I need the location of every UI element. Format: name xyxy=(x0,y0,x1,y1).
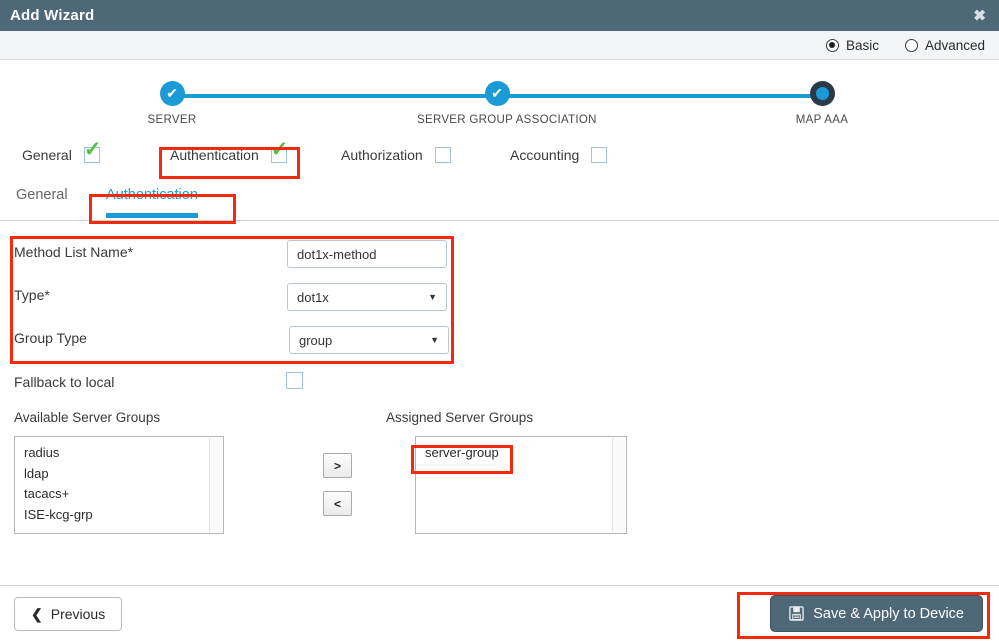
step-map-aaa-label: MAP AAA xyxy=(795,114,849,126)
tab-general[interactable]: General xyxy=(16,184,68,220)
previous-button-label: Previous xyxy=(50,606,106,622)
type-select[interactable]: dot1x ▼ xyxy=(287,283,447,311)
radio-advanced[interactable]: Advanced xyxy=(904,37,985,53)
feature-authentication-checkbox[interactable] xyxy=(270,139,288,163)
window-titlebar: Add Wizard ✖ xyxy=(0,0,999,31)
type-label: Type* xyxy=(14,287,50,303)
window-title: Add Wizard xyxy=(10,7,95,24)
feature-authorization[interactable]: Authorization xyxy=(341,140,451,170)
chevron-down-icon: ▼ xyxy=(430,334,439,345)
feature-general-checkbox[interactable] xyxy=(83,139,101,163)
radio-basic[interactable]: Basic xyxy=(825,37,879,53)
group-type-select-value: group xyxy=(299,332,333,348)
save-disk-icon xyxy=(789,606,804,621)
arrow-left-icon: ❮ xyxy=(31,606,43,622)
method-list-name-input[interactable]: dot1x-method xyxy=(287,240,447,268)
group-type-select[interactable]: group ▼ xyxy=(289,326,449,354)
field-row-method-list-name: Method List Name* dot1x-method xyxy=(0,233,999,276)
wizard-stepper: ✔ SERVER ✔ SERVER GROUP ASSOCIATION MAP … xyxy=(0,72,999,134)
step-server-group-association-label: SERVER GROUP ASSOCIATION xyxy=(417,114,597,126)
step-server-group-association-circle: ✔ xyxy=(484,81,510,106)
mode-selector-bar: Basic Advanced xyxy=(0,31,999,60)
previous-button[interactable]: ❮ Previous xyxy=(14,597,123,631)
authentication-form: Method List Name* dot1x-method Type* dot… xyxy=(0,221,999,534)
feature-checkbox-row: General Authentication Authorization Acc… xyxy=(0,139,999,180)
add-to-assigned-button[interactable]: > xyxy=(323,453,352,478)
radio-advanced-label: Advanced xyxy=(924,37,985,53)
sub-tab-bar: General Authentication xyxy=(0,184,999,221)
feature-general-label: General xyxy=(22,147,72,163)
list-item[interactable]: radius xyxy=(24,443,223,464)
step-server[interactable]: ✔ SERVER xyxy=(92,72,252,126)
radio-basic-indicator xyxy=(825,38,839,52)
save-and-apply-label: Save & Apply to Device xyxy=(813,605,964,622)
field-row-fallback-to-local: Fallback to local xyxy=(0,368,999,402)
feature-accounting-checkbox[interactable] xyxy=(591,147,608,163)
chevron-down-icon: ▼ xyxy=(428,291,437,302)
remove-from-assigned-button[interactable]: < xyxy=(323,491,352,516)
list-item[interactable]: server-group xyxy=(425,443,626,464)
feature-accounting[interactable]: Accounting xyxy=(510,140,608,170)
available-server-groups-listbox[interactable]: radius ldap tacacs+ ISE-kcg-grp xyxy=(14,436,224,534)
available-list-scrollbar[interactable] xyxy=(209,438,222,532)
wizard-footer: ❮ Previous Save & Apply to Device xyxy=(0,585,999,643)
feature-authentication[interactable]: Authentication xyxy=(170,139,288,170)
feature-accounting-label: Accounting xyxy=(510,147,580,163)
radio-basic-label: Basic xyxy=(845,37,879,53)
feature-authorization-checkbox[interactable] xyxy=(434,147,451,163)
assigned-server-groups-label: Assigned Server Groups xyxy=(386,410,534,425)
step-map-aaa-circle xyxy=(809,81,835,106)
close-icon[interactable]: ✖ xyxy=(973,8,986,23)
step-server-circle: ✔ xyxy=(159,81,185,106)
field-row-type: Type* dot1x ▼ xyxy=(0,276,999,319)
type-select-value: dot1x xyxy=(297,289,329,305)
method-list-name-label: Method List Name* xyxy=(14,244,134,260)
step-server-group-association[interactable]: ✔ SERVER GROUP ASSOCIATION xyxy=(417,72,597,126)
feature-authentication-label: Authentication xyxy=(170,147,259,163)
list-item[interactable]: ISE-kcg-grp xyxy=(24,505,223,526)
group-type-label: Group Type xyxy=(14,330,87,346)
step-map-aaa[interactable]: MAP AAA xyxy=(742,72,902,126)
tab-authentication[interactable]: Authentication xyxy=(106,184,198,220)
fallback-to-local-label: Fallback to local xyxy=(14,374,115,390)
feature-general[interactable]: General xyxy=(22,139,101,170)
feature-authorization-label: Authorization xyxy=(341,147,423,163)
field-row-group-type: Group Type group ▼ xyxy=(0,319,999,362)
available-server-groups-label: Available Server Groups xyxy=(14,410,161,425)
list-item[interactable]: tacacs+ xyxy=(24,484,223,505)
radio-advanced-indicator xyxy=(904,38,918,52)
list-item[interactable]: ldap xyxy=(24,464,223,485)
assigned-server-groups-listbox[interactable]: server-group xyxy=(415,436,627,534)
fallback-to-local-checkbox[interactable] xyxy=(286,372,303,389)
save-and-apply-button[interactable]: Save & Apply to Device xyxy=(770,595,983,632)
assigned-list-scrollbar[interactable] xyxy=(612,438,625,532)
step-server-label: SERVER xyxy=(147,114,197,126)
